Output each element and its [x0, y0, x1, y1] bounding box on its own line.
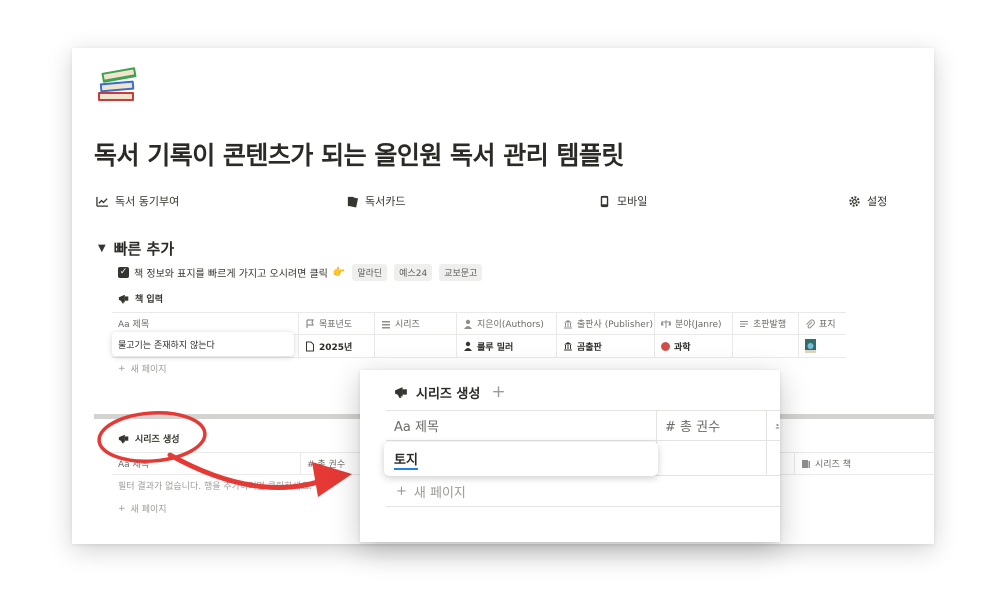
cell-genre[interactable]: 과학 — [654, 335, 732, 357]
scale-icon — [661, 319, 671, 328]
cell-target-year[interactable]: 2025년 — [298, 335, 374, 357]
chip-kyobo[interactable]: 교보문고 — [439, 264, 483, 281]
plus-icon: + — [118, 503, 126, 514]
new-page-button[interactable]: + 새 페이지 — [118, 362, 167, 376]
zoom-title-text: 시리즈 생성 — [416, 386, 481, 402]
pointing-hand-icon: 👉 — [332, 267, 346, 278]
nav-link-reading-card[interactable]: 독서카드 — [346, 192, 405, 210]
col-header-series[interactable]: 시리즈 — [374, 313, 456, 334]
book-relation-icon — [802, 459, 810, 468]
gear-icon — [849, 195, 860, 207]
title-input-value: 토지 — [394, 449, 418, 470]
quick-add-toggle[interactable]: ▼ 빠른 추가 — [98, 238, 174, 259]
title-cell-editor[interactable]: 토지 — [384, 442, 658, 476]
new-page-button[interactable]: + 새 페이지 — [396, 482, 466, 501]
col-header-target-year[interactable]: 목표년도 — [298, 313, 374, 334]
flag-icon — [306, 318, 314, 328]
quick-add-todo: ✓ 책 정보와 표지를 빠르게 가지고 오시려면 클릭 👉 알라딘 예스24 교… — [118, 264, 483, 281]
book-cover-thumbnail — [805, 339, 816, 353]
chip-yes24[interactable]: 예스24 — [394, 264, 433, 281]
db-title-book-input[interactable]: 책 입력 — [118, 292, 163, 305]
col-header-authors[interactable]: 지은이(Authors) — [456, 313, 556, 334]
todo-text: 책 정보와 표지를 빠르게 가지고 오시려면 클릭 — [134, 269, 328, 280]
table-bottom-border — [386, 506, 780, 507]
nav-link-mobile[interactable]: 모바일 — [598, 192, 647, 210]
plus-icon: + — [118, 363, 126, 374]
cards-icon — [347, 196, 359, 208]
nav-label: 독서 동기부여 — [115, 195, 180, 208]
zoom-db-title[interactable]: 시리즈 생성 + — [394, 382, 506, 402]
page-icon — [306, 341, 314, 351]
nav-link-motivation[interactable]: 독서 동기부여 — [96, 192, 179, 210]
nav-link-settings[interactable]: 설정 — [848, 192, 887, 210]
cell-cover[interactable] — [798, 335, 846, 357]
page-title: 독서 기록이 콘텐츠가 되는 올인원 독서 관리 템플릿 — [94, 141, 624, 170]
col-header-genre[interactable]: 분야(Janre) — [654, 313, 732, 334]
lines-icon — [740, 320, 748, 327]
col-header-first-edition[interactable]: 초판발행 — [732, 313, 798, 334]
toggle-down-icon[interactable]: ▼ — [98, 243, 106, 254]
megaphone-icon — [395, 386, 407, 398]
stack-icon — [382, 320, 390, 328]
col-header-publisher[interactable]: 출판사 (Publisher) — [556, 313, 654, 334]
cell-series[interactable] — [374, 335, 456, 357]
chip-aladin[interactable]: 알라딘 — [352, 264, 388, 281]
col-header-person-partial[interactable] — [766, 411, 780, 440]
megaphone-icon — [118, 434, 129, 443]
red-circle-icon — [661, 341, 670, 351]
person-icon — [775, 423, 780, 428]
person-icon — [464, 341, 472, 351]
col-header-title[interactable]: Aa 제목 — [386, 411, 656, 440]
bank-icon — [564, 342, 572, 351]
nav-label: 독서카드 — [365, 195, 406, 208]
col-header-title[interactable]: Aa 제목 — [112, 453, 300, 474]
plus-icon: + — [396, 484, 407, 499]
db-title-text: 시리즈 생성 — [135, 435, 180, 445]
megaphone-icon — [118, 294, 129, 303]
title-cell-editor[interactable]: 물고기는 존재하지 않는다 — [112, 332, 294, 356]
paperclip-icon — [806, 318, 815, 328]
cell-first-edition[interactable] — [732, 335, 798, 357]
mobile-icon — [600, 195, 609, 207]
bank-icon — [564, 319, 572, 328]
books-icon[interactable] — [94, 60, 142, 108]
cell-publisher[interactable]: 곰출판 — [556, 335, 654, 357]
col-header-title[interactable]: Aa 제목 — [112, 313, 298, 334]
title-cell-text: 물고기는 존재하지 않는다 — [118, 340, 215, 351]
col-header-total-count[interactable]: # 총 권수 — [656, 411, 766, 440]
cell-author[interactable]: 룰루 밀러 — [456, 335, 556, 357]
zoom-inset-panel: 시리즈 생성 + Aa 제목 # 총 권수 토지 + 새 페이지 — [360, 370, 780, 542]
col-header-series-books[interactable]: 시리즈 책 — [794, 453, 934, 474]
nav-label: 설정 — [867, 195, 888, 208]
col-header-cover[interactable]: 표지 — [798, 313, 846, 334]
db-title-text: 책 입력 — [135, 295, 163, 305]
db-title-series-create[interactable]: 시리즈 생성 — [118, 432, 180, 445]
table-header: Aa 제목 목표년도 시리즈 지은이(Authors) 출판사 (Publish… — [112, 312, 846, 334]
table-header: Aa 제목 # 총 권수 — [386, 410, 780, 440]
person-icon — [464, 319, 472, 329]
checkbox-checked-icon[interactable]: ✓ — [118, 267, 129, 278]
add-view-plus-icon[interactable]: + — [491, 382, 505, 402]
toggle-title: 빠른 추가 — [113, 240, 175, 258]
trending-up-icon — [96, 196, 109, 207]
new-page-button[interactable]: + 새 페이지 — [118, 502, 167, 516]
nav-label: 모바일 — [617, 195, 648, 208]
